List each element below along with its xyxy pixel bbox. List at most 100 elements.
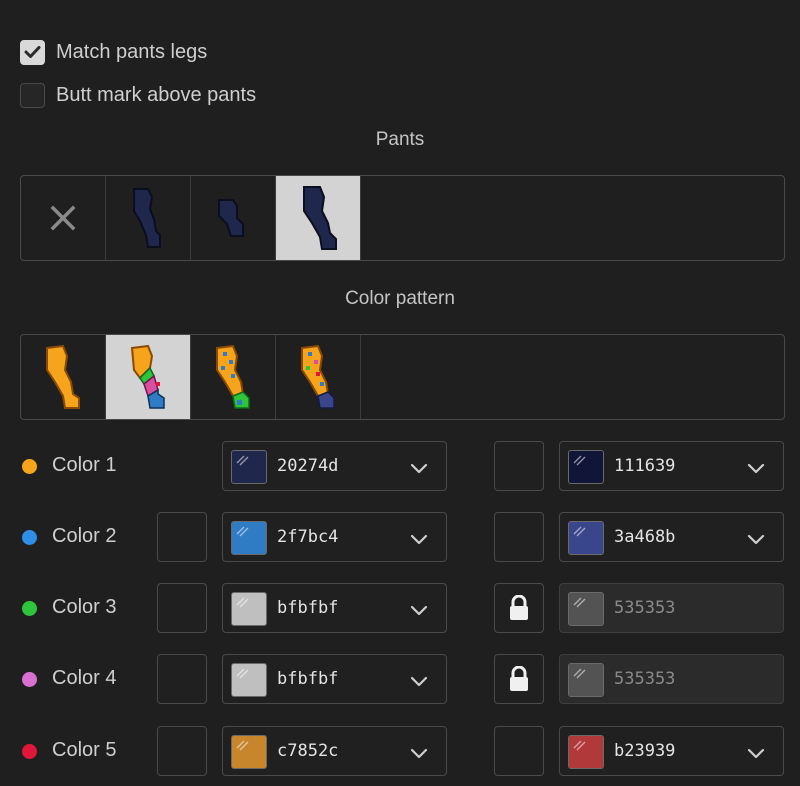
pattern-option-4[interactable] (276, 335, 361, 419)
color-label: Color 4 (52, 667, 117, 689)
hex-value: bfbfbf (277, 598, 339, 618)
color-row-4: Color 4 bfbfbf 535353 (0, 654, 800, 704)
lock-icon (508, 666, 530, 692)
glint-icon (236, 666, 250, 684)
color-dot-icon (22, 459, 37, 474)
link-toggle-box[interactable] (494, 441, 544, 491)
pattern-option-3[interactable] (191, 335, 276, 419)
plain-leg-icon (46, 344, 80, 409)
chevron-down-icon[interactable] (747, 461, 765, 479)
hex-value: bfbfbf (277, 669, 339, 689)
secondary-color-select: 535353 (559, 583, 784, 633)
glint-icon (236, 738, 250, 756)
color-swatch (568, 735, 604, 769)
lock-icon (508, 595, 530, 621)
hex-value: b23939 (614, 741, 676, 761)
butt-mark-checkbox[interactable] (20, 82, 45, 108)
color-toggle-box[interactable] (157, 654, 207, 704)
color-row-5: Color 5 c7852c b23939 (0, 726, 800, 776)
striped-leg-icon (130, 344, 165, 409)
primary-color-select[interactable]: bfbfbf (222, 654, 447, 704)
glint-icon (573, 453, 587, 471)
link-toggle-box[interactable] (494, 726, 544, 776)
pants-option-none[interactable] (21, 176, 106, 260)
primary-color-select[interactable]: bfbfbf (222, 583, 447, 633)
lock-toggle-box[interactable] (494, 654, 544, 704)
glint-icon (236, 453, 250, 471)
glint-icon (573, 666, 587, 684)
pants-leg-icon (303, 186, 337, 250)
match-pants-legs-option[interactable]: Match pants legs (20, 39, 207, 65)
butt-mark-option[interactable]: Butt mark above pants (20, 82, 256, 108)
multicolor-leg-icon (301, 344, 335, 409)
pattern-option-1[interactable] (21, 335, 106, 419)
color-swatch (568, 592, 604, 626)
pants-option-1[interactable] (106, 176, 191, 260)
secondary-color-select: 535353 (559, 654, 784, 704)
color-dot-icon (22, 530, 37, 545)
chevron-down-icon[interactable] (410, 603, 428, 621)
color-label: Color 3 (52, 596, 117, 618)
color-dot-icon (22, 744, 37, 759)
color-row-2: Color 2 2f7bc4 3a468b (0, 512, 800, 562)
hex-value: c7852c (277, 741, 339, 761)
color-row-3: Color 3 bfbfbf 535353 (0, 583, 800, 633)
hex-value: 3a468b (614, 527, 676, 547)
pants-option-3[interactable] (276, 176, 361, 260)
chevron-down-icon[interactable] (747, 746, 765, 764)
primary-color-select[interactable]: 2f7bc4 (222, 512, 447, 562)
color-swatch (231, 592, 267, 626)
color-swatch (231, 521, 267, 555)
color-swatch (231, 735, 267, 769)
glint-icon (236, 595, 250, 613)
color-pattern-picker (20, 334, 785, 420)
secondary-color-select[interactable]: 3a468b (559, 512, 784, 562)
hex-value: 111639 (614, 456, 676, 476)
color-swatch (568, 450, 604, 484)
pants-option-2[interactable] (191, 176, 276, 260)
color-row-1: Color 1 20274d 111639 (0, 441, 800, 491)
chevron-down-icon[interactable] (410, 461, 428, 479)
glint-icon (573, 524, 587, 542)
hex-value: 535353 (614, 669, 676, 689)
primary-color-select[interactable]: c7852c (222, 726, 447, 776)
chevron-down-icon[interactable] (410, 532, 428, 550)
primary-color-select[interactable]: 20274d (222, 441, 447, 491)
color-swatch (231, 663, 267, 697)
hex-value: 20274d (277, 456, 339, 476)
chevron-down-icon[interactable] (747, 532, 765, 550)
color-swatch (231, 450, 267, 484)
glint-icon (573, 595, 587, 613)
color-toggle-box[interactable] (157, 583, 207, 633)
color-label: Color 2 (52, 525, 117, 547)
color-pattern-title: Color pattern (345, 288, 455, 309)
butt-mark-label: Butt mark above pants (56, 83, 257, 106)
color-dot-icon (22, 672, 37, 687)
glint-icon (573, 738, 587, 756)
chevron-down-icon[interactable] (410, 674, 428, 692)
lock-toggle-box[interactable] (494, 583, 544, 633)
link-toggle-box[interactable] (494, 512, 544, 562)
color-dot-icon (22, 601, 37, 616)
color-label: Color 5 (52, 739, 117, 761)
color-toggle-box[interactable] (157, 726, 207, 776)
color-swatch (568, 663, 604, 697)
chevron-down-icon[interactable] (410, 746, 428, 764)
secondary-color-select[interactable]: b23939 (559, 726, 784, 776)
pants-picker (20, 175, 785, 261)
color-swatch (568, 521, 604, 555)
pants-title: Pants (375, 129, 425, 150)
match-pants-legs-label: Match pants legs (56, 40, 208, 63)
color-toggle-box[interactable] (157, 512, 207, 562)
pants-short-icon (218, 199, 244, 237)
dotted-leg-icon (216, 344, 250, 409)
color-label: Color 1 (52, 454, 117, 476)
match-pants-legs-checkbox[interactable] (20, 39, 45, 65)
hex-value: 535353 (614, 598, 676, 618)
pattern-option-2[interactable] (106, 335, 191, 419)
pants-leg-icon (133, 188, 161, 248)
checkmark-icon (24, 46, 41, 58)
secondary-color-select[interactable]: 111639 (559, 441, 784, 491)
hex-value: 2f7bc4 (277, 527, 339, 547)
x-icon (50, 205, 76, 231)
